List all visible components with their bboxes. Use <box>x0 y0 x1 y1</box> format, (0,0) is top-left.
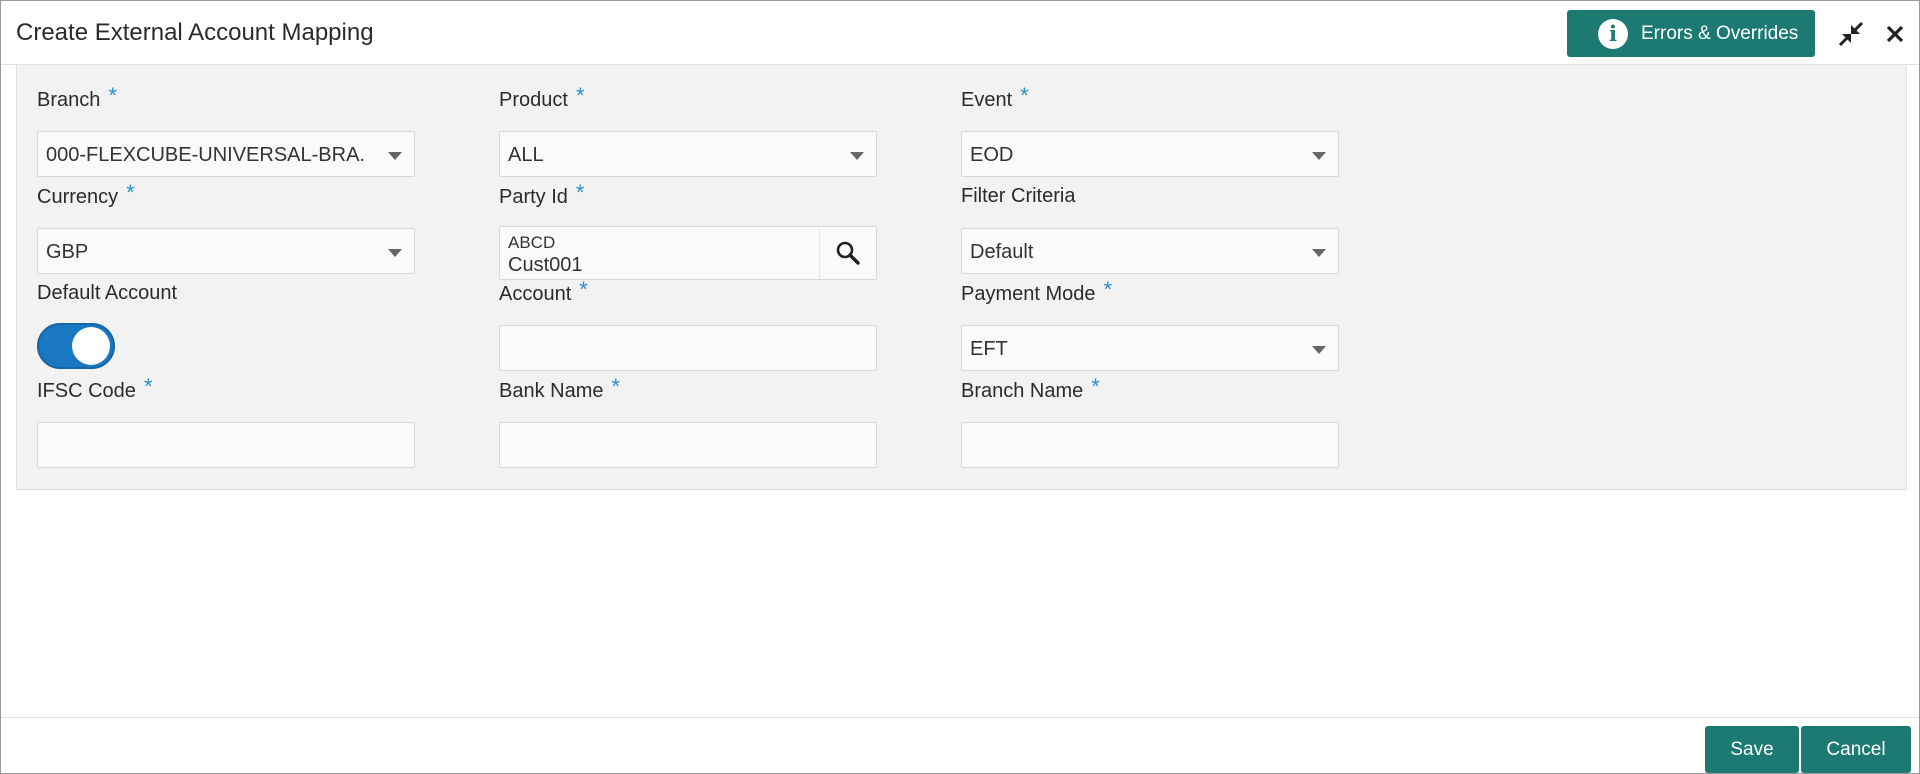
bank-name-label: Bank Name <box>499 380 604 402</box>
dialog-window: Create External Account Mapping i Errors… <box>0 0 1920 774</box>
account-label: Account <box>499 283 572 305</box>
event-select[interactable]: EOD <box>961 131 1339 177</box>
party-id-value: Cust001 <box>508 254 583 276</box>
payment-mode-value: EFT <box>970 338 1008 360</box>
filter-criteria-field: Filter Criteria Default <box>961 182 1339 274</box>
required-marker: * <box>1091 374 1100 399</box>
payment-mode-field: Payment Mode * EFT <box>961 277 1339 371</box>
dialog-header: Create External Account Mapping i Errors… <box>1 1 1919 65</box>
product-value: ALL <box>508 144 544 166</box>
branch-value: 000-FLEXCUBE-UNIVERSAL-BRA... <box>46 144 366 166</box>
dialog-title: Create External Account Mapping <box>16 19 374 46</box>
required-marker: * <box>611 374 621 399</box>
account-input[interactable] <box>499 325 877 371</box>
ifsc-code-field: IFSC Code * <box>37 374 415 468</box>
bank-name-input[interactable] <box>499 422 877 468</box>
event-field: Event * EOD <box>961 83 1339 177</box>
currency-field: Currency * GBP <box>37 180 415 274</box>
chevron-down-icon <box>388 152 402 160</box>
branch-name-field: Branch Name * <box>961 374 1339 468</box>
default-account-field: Default Account <box>37 279 415 369</box>
party-id-label: Party Id <box>499 186 568 208</box>
toggle-knob <box>72 327 110 365</box>
save-button[interactable]: Save <box>1705 726 1799 773</box>
chevron-down-icon <box>850 152 864 160</box>
currency-label: Currency <box>37 186 119 208</box>
filter-criteria-label: Filter Criteria <box>961 185 1076 207</box>
product-field: Product * ALL <box>499 83 877 177</box>
chevron-down-icon <box>1312 152 1326 160</box>
product-label: Product <box>499 89 568 111</box>
chevron-down-icon <box>388 249 402 257</box>
required-marker: * <box>1103 277 1113 302</box>
chevron-down-icon <box>1312 346 1326 354</box>
required-marker: * <box>108 83 117 108</box>
required-marker: * <box>579 277 588 302</box>
branch-label: Branch <box>37 89 101 111</box>
branch-field: Branch * 000-FLEXCUBE-UNIVERSAL-BRA... <box>37 83 415 177</box>
bank-name-field: Bank Name * <box>499 374 877 468</box>
payment-mode-select[interactable]: EFT <box>961 325 1339 371</box>
account-field: Account * <box>499 277 877 371</box>
cancel-button[interactable]: Cancel <box>1801 726 1911 773</box>
currency-select[interactable]: GBP <box>37 228 415 274</box>
default-account-toggle[interactable] <box>37 323 115 369</box>
party-id-input[interactable]: ABCD Cust001 <box>499 226 877 280</box>
payment-mode-label: Payment Mode <box>961 283 1096 305</box>
required-marker: * <box>126 180 135 205</box>
party-id-name: ABCD <box>508 233 556 252</box>
required-marker: * <box>1020 83 1029 108</box>
minimize-icon[interactable] <box>1837 20 1865 48</box>
filter-criteria-value: Default <box>970 241 1034 263</box>
filter-criteria-select[interactable]: Default <box>961 228 1339 274</box>
errors-overrides-label: Errors & Overrides <box>1641 22 1799 44</box>
errors-overrides-button[interactable]: i Errors & Overrides <box>1567 10 1815 57</box>
party-id-field: Party Id * ABCD Cust001 <box>499 180 877 280</box>
required-marker: * <box>575 83 585 108</box>
default-account-label: Default Account <box>37 282 178 304</box>
branch-name-label: Branch Name <box>961 380 1084 402</box>
info-icon: i <box>1598 18 1628 49</box>
product-select[interactable]: ALL <box>499 131 877 177</box>
required-marker: * <box>143 374 153 399</box>
required-marker: * <box>575 180 585 205</box>
close-icon[interactable] <box>1881 20 1909 48</box>
ifsc-code-input[interactable] <box>37 422 415 468</box>
ifsc-code-label: IFSC Code <box>37 380 136 402</box>
chevron-down-icon <box>1312 249 1326 257</box>
search-icon[interactable] <box>819 227 876 279</box>
branch-select[interactable]: 000-FLEXCUBE-UNIVERSAL-BRA... <box>37 131 415 177</box>
event-value: EOD <box>970 144 1014 166</box>
form-panel: Branch * 000-FLEXCUBE-UNIVERSAL-BRA... Pr… <box>16 64 1907 490</box>
dialog-footer: Save Cancel <box>1 717 1919 774</box>
currency-value: GBP <box>46 241 89 263</box>
event-label: Event <box>961 89 1013 111</box>
branch-name-input[interactable] <box>961 422 1339 468</box>
